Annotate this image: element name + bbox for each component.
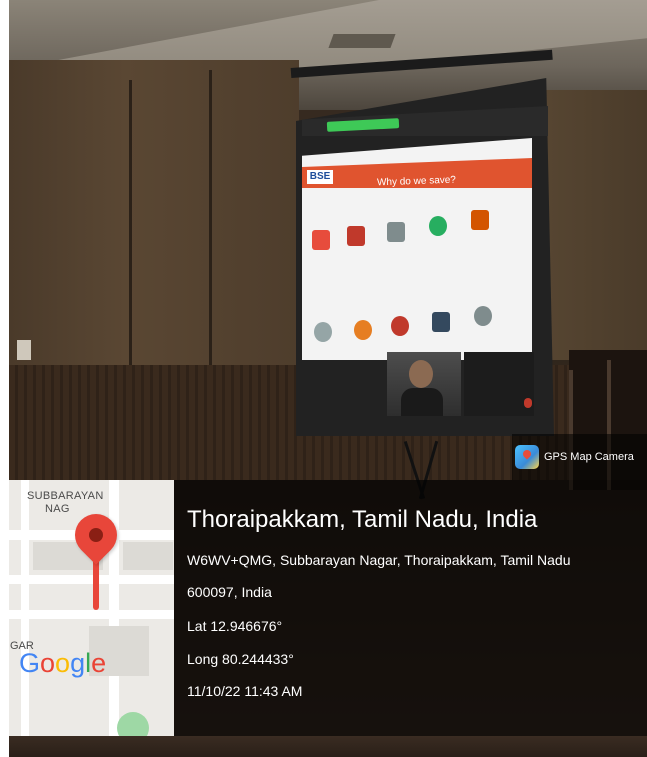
presenter-head — [409, 360, 433, 388]
slide-bottle-icon — [432, 312, 450, 332]
map-road — [9, 610, 174, 619]
slide-coin-icon — [429, 216, 447, 236]
map-road — [21, 480, 29, 736]
slide-sale-icon — [391, 316, 409, 336]
map-area-label: NAG — [45, 503, 70, 515]
slide-family-icon — [314, 322, 332, 342]
gps-badge-label: GPS Map Camera — [544, 451, 634, 463]
left-wall — [9, 60, 299, 380]
bottom-photo-strip — [9, 736, 647, 757]
address-line-2: 600097, India — [187, 584, 272, 600]
google-logo: Google — [19, 648, 107, 678]
slide-house-icon — [347, 226, 365, 246]
slide-graduation-icon — [387, 222, 405, 242]
map-road — [9, 575, 174, 584]
longitude-text: Long 80.244433° — [187, 651, 294, 667]
map-area-label: SUBBARAYAN — [27, 490, 104, 502]
wall-panel-line — [209, 70, 212, 370]
map-block — [123, 542, 173, 570]
map-park-area — [117, 712, 149, 736]
slide-heart-icon — [312, 230, 330, 250]
gps-map-camera-app-icon — [515, 445, 539, 469]
presenter-body — [401, 388, 443, 416]
place-title: Thoraipakkam, Tamil Nadu, India — [187, 506, 538, 533]
latitude-text: Lat 12.946676° — [187, 618, 283, 634]
wall-panel-line — [129, 80, 132, 370]
participant-panel — [464, 352, 534, 416]
wall-switch — [17, 340, 31, 360]
map-road — [109, 480, 119, 736]
ceiling-vent — [328, 34, 396, 48]
slide-retirement-icon — [474, 306, 492, 326]
datetime-text: 11/10/22 11:43 AM — [187, 683, 303, 699]
address-line-1: W6WV+QMG, Subbarayan Nagar, Thoraipakkam… — [187, 552, 571, 568]
slide-wedding-icon — [471, 210, 489, 230]
leave-button-icon — [524, 398, 532, 408]
slide-medal-icon — [354, 320, 372, 340]
slide-logo: BSE — [307, 170, 333, 184]
map-thumbnail: SUBBARAYAN NAG GAR Google — [9, 480, 174, 736]
gps-map-camera-badge: GPS Map Camera — [512, 434, 647, 480]
right-wall — [539, 90, 647, 360]
